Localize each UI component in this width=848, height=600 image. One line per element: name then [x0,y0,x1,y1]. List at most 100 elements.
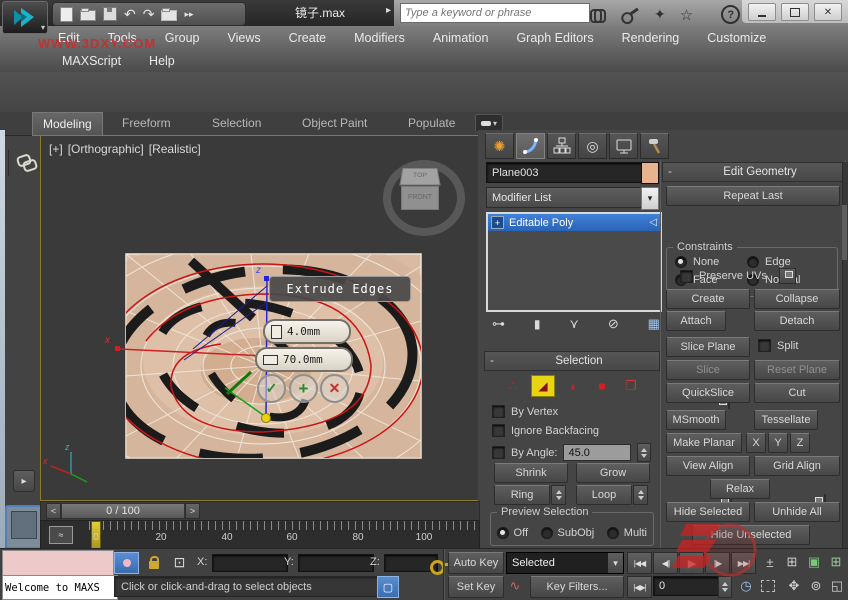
menu-views[interactable]: Views [213,31,274,45]
menu-modifiers[interactable]: Modifiers [340,31,419,45]
selection-rollout-header[interactable]: - Selection [484,351,660,371]
caddy-height-value[interactable]: 4.0mm [287,325,320,338]
title-flyout-icon[interactable]: ▸ [386,5,391,16]
ribbon-show-panel-button[interactable]: ▸ [13,470,35,492]
by-angle-checkbox[interactable] [492,446,505,459]
zoom-extents-all-icon[interactable]: ⊞ [826,552,846,572]
selection-lock-toggle[interactable] [142,552,165,572]
border-subobject-button[interactable]: ◗ [562,376,584,396]
constraint-edge-radio[interactable] [747,256,759,268]
reset-plane-button[interactable]: Reset Plane [754,360,840,380]
play-button[interactable]: ▶ [679,552,704,574]
viewcube-top-face[interactable]: TOP [399,168,440,185]
vertex-subobject-button[interactable]: ∴ [502,376,524,396]
unhide-all-button[interactable]: Unhide All [754,502,840,522]
attach-button[interactable]: Attach [666,311,726,331]
trackbar-ruler[interactable]: 0 20 40 60 80 100 [89,521,477,548]
view-align-button[interactable]: View Align [666,456,750,476]
hide-unselected-button[interactable]: Hide Unselected [692,525,810,545]
modifier-stack[interactable]: + Editable Poly ◁ [486,212,662,312]
orbit-icon[interactable]: ⊚ [806,576,826,596]
preview-multi-radio[interactable] [607,527,619,539]
tab-hierarchy[interactable] [547,133,576,159]
relax-button[interactable]: Relax [710,479,770,499]
edge-subobject-button[interactable]: ◢ [531,375,555,397]
tab-modeling[interactable]: Modeling [32,112,103,136]
selection-set-dropdown[interactable]: Selected ▾ [506,552,624,574]
caddy-width-field[interactable]: 70.0mm [255,347,353,372]
track-bar[interactable]: ≈ 0 20 40 60 80 100 [40,520,480,549]
project-folder-icon[interactable] [161,10,177,21]
stack-item-editable-poly[interactable]: + Editable Poly ◁ [488,214,660,231]
favorites-star-icon[interactable]: ☆ [680,6,693,24]
caddy-height-field[interactable]: 4.0mm [263,319,351,344]
previous-frame-nub[interactable]: < [46,503,61,519]
save-file-icon[interactable] [103,7,117,21]
current-frame-field[interactable]: 0 [653,576,727,596]
viewport-pov-menu[interactable]: [Orthographic] [68,142,144,156]
key-mode-toggle[interactable]: |◀▶| [627,576,652,598]
tab-utilities[interactable] [640,133,669,159]
set-key-button[interactable]: Set Key [448,576,504,598]
macro-recorder-field[interactable] [2,550,114,576]
help-icon[interactable]: ? [721,5,740,24]
planar-y-button[interactable]: Y [768,433,788,453]
default-tangent-icon[interactable]: ∿ [506,576,524,596]
tab-modify[interactable] [516,133,545,159]
panel-scrollbar-handle[interactable] [842,205,847,260]
absolute-mode-toggle[interactable]: ⊡ [168,552,191,572]
hide-selected-button[interactable]: Hide Selected [666,502,750,522]
ring-button[interactable]: Ring [494,485,550,505]
preserve-uvs-settings-button[interactable] [779,268,796,284]
go-to-start-button[interactable]: |◀◀ [627,552,652,574]
isolate-selection-toggle[interactable] [114,552,139,574]
time-configuration-icon[interactable]: ◷ [736,576,756,596]
menu-maxscript[interactable]: MAXScript [48,54,135,68]
caddy-cancel-button[interactable]: ✕ [320,374,349,403]
menu-group[interactable]: Group [151,31,214,45]
adaptive-degradation-toggle[interactable]: ▢ [377,576,399,598]
time-slider-handle[interactable]: 0 / 100 [61,503,185,519]
ignore-backfacing-checkbox[interactable] [492,424,505,437]
planar-x-button[interactable]: X [746,433,766,453]
repeat-last-button[interactable]: Repeat Last [666,186,840,206]
pin-stack-icon[interactable]: ⊶ [492,316,505,332]
make-planar-button[interactable]: Make Planar [666,433,742,453]
tab-motion[interactable]: ◎ [578,133,607,159]
search-icon[interactable] [590,9,606,20]
x-coordinate-field[interactable] [212,554,288,572]
tab-selection[interactable]: Selection [202,112,271,134]
grid-align-button[interactable]: Grid Align [754,456,840,476]
menu-animation[interactable]: Animation [419,31,503,45]
menu-rendering[interactable]: Rendering [608,31,694,45]
preserve-uvs-checkbox[interactable] [680,270,693,283]
redo-icon[interactable]: ↷ [143,6,155,23]
object-color-swatch[interactable] [641,162,659,184]
caddy-ok-button[interactable]: ✓ [257,374,286,403]
select-and-link-button[interactable] [14,150,40,176]
frame-spinner[interactable] [718,576,732,598]
viewcube[interactable]: TOP FRONT [401,166,439,210]
ring-spinner[interactable] [551,485,566,505]
cut-button[interactable]: Cut [754,383,840,403]
go-to-end-button[interactable]: ▶▶| [731,552,756,574]
element-subobject-button[interactable]: ❒ [620,376,642,396]
new-scene-icon[interactable] [60,7,73,22]
tab-object-paint[interactable]: Object Paint [292,112,377,134]
zoom-all-icon[interactable]: ⊞ [782,552,802,572]
viewcube-front-face[interactable]: FRONT [401,186,439,210]
object-name-field[interactable]: Plane003 [486,162,648,183]
viewport-general-menu[interactable]: [+] [49,142,63,156]
configure-modifier-sets-icon[interactable]: ▦ [648,316,660,332]
auto-key-button[interactable]: Auto Key [448,552,504,574]
tab-create[interactable]: ✺ [485,133,514,159]
show-end-result-icon[interactable]: ▮ [534,317,541,331]
tab-display[interactable] [609,133,638,159]
split-checkbox[interactable] [758,339,771,352]
slice-plane-button[interactable]: Slice Plane [666,337,750,357]
detach-button[interactable]: Detach [754,311,840,331]
maxscript-mini-listener[interactable]: Welcome to MAXS [2,575,118,600]
by-angle-field[interactable]: 45.0 [563,444,631,461]
preview-subobj-radio[interactable] [541,527,553,539]
preview-off-radio[interactable] [497,527,509,539]
